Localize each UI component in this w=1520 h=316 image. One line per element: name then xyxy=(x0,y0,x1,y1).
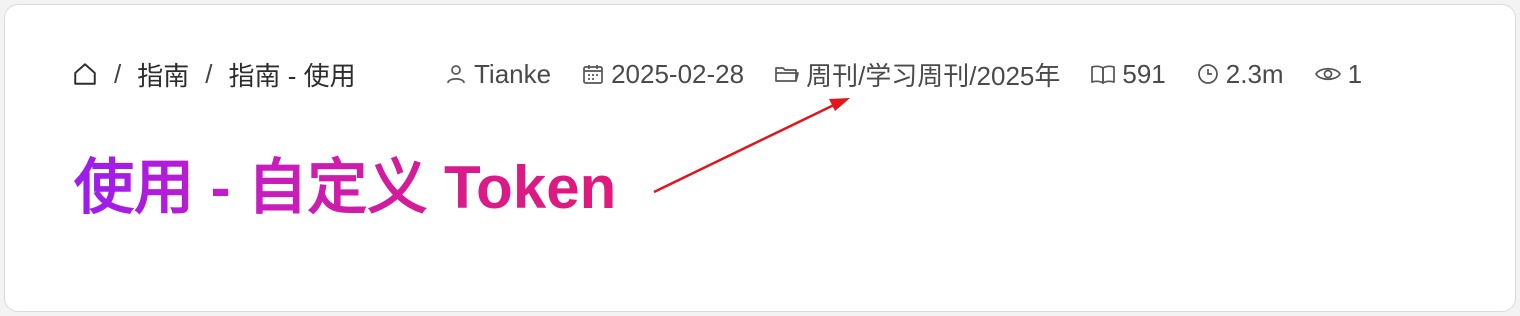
breadcrumb-separator: / xyxy=(114,58,122,89)
breadcrumb-separator: / xyxy=(205,58,213,89)
meta-date: 2025-02-28 xyxy=(581,59,744,90)
view-count: 1 xyxy=(1347,58,1363,89)
breadcrumb-item-guide[interactable]: 指南 xyxy=(137,56,189,93)
meta-views: 1 xyxy=(1314,59,1362,90)
breadcrumb-item-current[interactable]: 指南 - 使用 xyxy=(228,56,355,93)
article-meta: Tianke 2025-02-28 周刊/学习周刊/2025年 591 2.3m… xyxy=(444,54,1362,94)
eye-icon xyxy=(1314,62,1342,86)
meta-word-count: 591 xyxy=(1090,58,1166,90)
publish-date: 2025-02-28 xyxy=(611,58,745,89)
reading-time: 2.3m xyxy=(1225,58,1284,89)
breadcrumb: / 指南 / 指南 - 使用 xyxy=(72,54,356,94)
home-icon[interactable] xyxy=(72,61,98,87)
page-title: 使用 - 自定义 Token xyxy=(74,150,616,226)
user-icon xyxy=(444,62,468,86)
clock-icon xyxy=(1196,62,1220,86)
category-path: 周刊/学习周刊/2025年 xyxy=(806,60,1061,91)
calendar-icon xyxy=(581,62,605,86)
word-count: 591 xyxy=(1122,58,1166,89)
meta-author[interactable]: Tianke xyxy=(444,59,551,90)
folder-icon xyxy=(774,62,800,86)
meta-reading-time: 2.3m xyxy=(1196,59,1284,90)
book-icon xyxy=(1090,62,1116,86)
meta-category[interactable]: 周刊/学习周刊/2025年 xyxy=(774,56,1060,93)
author-name: Tianke xyxy=(474,58,552,89)
